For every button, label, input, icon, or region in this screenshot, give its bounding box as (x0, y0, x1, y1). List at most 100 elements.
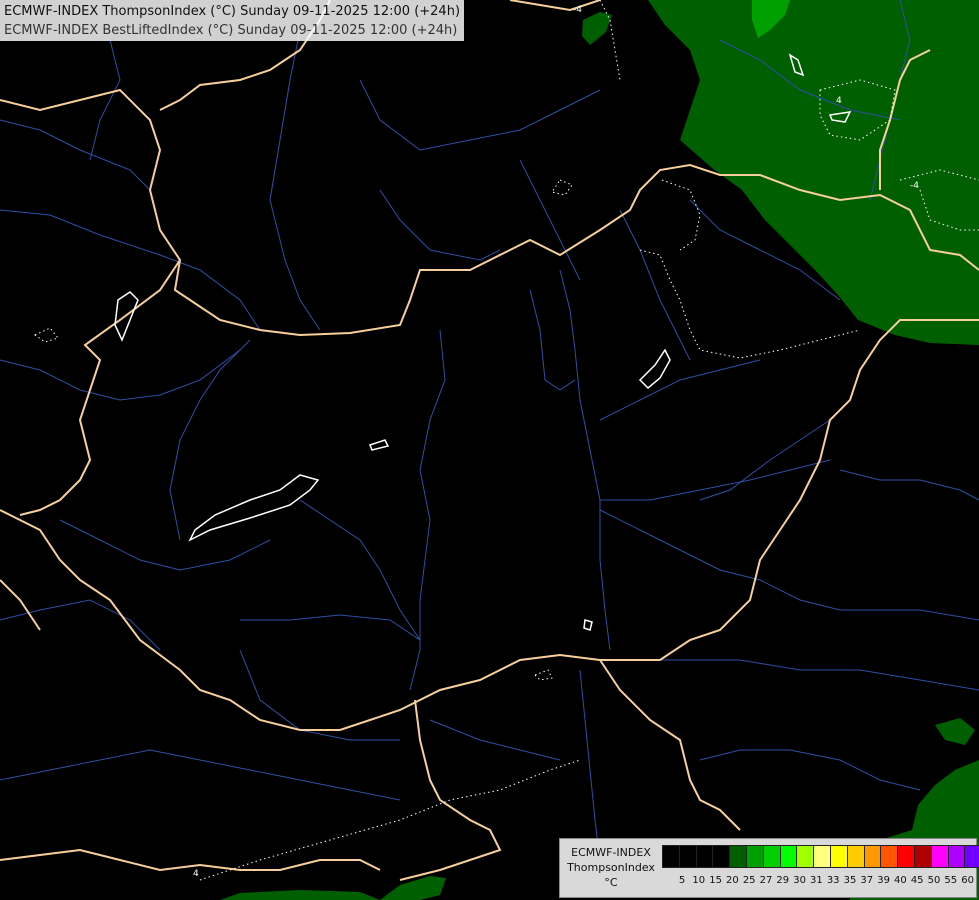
legend-tick: 27 (759, 875, 773, 886)
field-area-south-strip (220, 890, 380, 900)
river (599, 359, 761, 421)
legend-swatch (663, 846, 680, 867)
contour-line (34, 327, 59, 343)
legend-tick: 37 (860, 875, 874, 886)
lake-small (369, 439, 390, 451)
lake-small (638, 348, 671, 390)
legend-tick: 31 (810, 875, 823, 886)
river (269, 29, 321, 331)
river (620, 659, 979, 691)
legend-swatch (679, 846, 697, 867)
river (619, 209, 691, 361)
river (599, 509, 761, 581)
legend-swatch (948, 846, 966, 867)
contour-label: 4 (193, 869, 199, 879)
legend-label: ECMWF-INDEX ThompsonIndex °C (562, 845, 660, 890)
river (239, 649, 400, 741)
legend-model-name: ECMWF-INDEX (571, 846, 651, 859)
title-best-lifted-index: ECMWF-INDEX BestLiftedIndex (°C) Sunday … (4, 23, 458, 38)
legend-tick: 60 (961, 875, 974, 886)
legend-tick-labels: 5 10 15 20 25 27 29 30 31 33 35 37 39 40 45 50 55 60 (670, 875, 976, 889)
river (759, 579, 979, 621)
river (169, 339, 251, 541)
river (379, 189, 501, 261)
weather-map: 4 -4 -4 4 (0, 0, 979, 900)
legend-tick: 50 (927, 875, 941, 886)
legend-swatch (931, 846, 949, 867)
legend-tick: 10 (692, 875, 706, 886)
legend-swatch (780, 846, 798, 867)
river (699, 419, 831, 501)
legend-swatch (746, 846, 764, 867)
country-border (599, 659, 741, 831)
legend-swatch (965, 846, 979, 867)
contour-label: -4 (573, 5, 582, 15)
legend-swatch (914, 846, 932, 867)
river (429, 719, 561, 761)
legend-swatch (814, 846, 831, 867)
legend-color-scale (662, 845, 979, 868)
country-border (0, 579, 41, 631)
contour-label: 4 (836, 96, 842, 106)
legend-tick: 30 (793, 875, 806, 886)
legend-swatch (864, 846, 882, 867)
river (559, 269, 611, 651)
lake-small (583, 619, 593, 631)
river (89, 39, 121, 161)
map-title-box: ECMWF-INDEX ThompsonIndex (°C) Sunday 09… (0, 0, 465, 41)
river (0, 119, 151, 191)
country-border (399, 699, 502, 881)
legend-swatch (797, 846, 815, 867)
contour-label: -4 (910, 181, 919, 191)
river (579, 669, 601, 861)
contour-line (599, 0, 621, 81)
legend-swatch (730, 846, 747, 867)
country-border (509, 0, 601, 12)
legend-tick: 45 (910, 875, 924, 886)
legend-swatch (898, 846, 915, 867)
river (409, 329, 446, 691)
legend-tick: 25 (742, 875, 756, 886)
river (699, 749, 921, 791)
legend-swatch (696, 846, 714, 867)
field-area-south (380, 876, 446, 900)
title-thompson-index: ECMWF-INDEX ThompsonIndex (°C) Sunday 09… (4, 4, 461, 19)
contour-line (661, 179, 701, 251)
legend-tick: 40 (894, 875, 907, 886)
legend-tick: 55 (944, 875, 958, 886)
country-border (19, 259, 181, 516)
legend-tick: 33 (826, 875, 840, 886)
river (240, 614, 421, 641)
river (299, 499, 421, 641)
river (600, 459, 831, 501)
legend-tick: 39 (877, 875, 890, 886)
river (199, 759, 401, 801)
legend-swatch (713, 846, 731, 867)
legend-tick: 29 (776, 875, 790, 886)
river (519, 159, 581, 281)
river (0, 749, 201, 781)
contour-line (199, 759, 581, 881)
field-area-northwest-small (582, 12, 612, 45)
legend-tick: 15 (709, 875, 722, 886)
contour-line (534, 669, 553, 681)
legend-index-name: ThompsonIndex (567, 861, 655, 874)
river (359, 79, 601, 151)
legend-swatch (763, 846, 781, 867)
legend-tick: 20 (726, 875, 739, 886)
legend-unit: °C (604, 876, 618, 889)
country-border (0, 848, 381, 872)
color-legend: ECMWF-INDEX ThompsonIndex °C 5 10 15 20 25 27… (559, 838, 979, 898)
legend-tick: 5 (678, 875, 686, 886)
field-area-southeast-spot (935, 718, 975, 745)
legend-tick: 35 (843, 875, 857, 886)
river (0, 349, 241, 401)
index-field-areas (220, 0, 979, 900)
contour-line (551, 179, 573, 196)
country-border (0, 319, 979, 731)
legend-swatch (847, 846, 865, 867)
lake-balaton (188, 474, 320, 542)
field-area-northeast (648, 0, 979, 345)
legend-swatch (881, 846, 899, 867)
river (839, 469, 979, 501)
